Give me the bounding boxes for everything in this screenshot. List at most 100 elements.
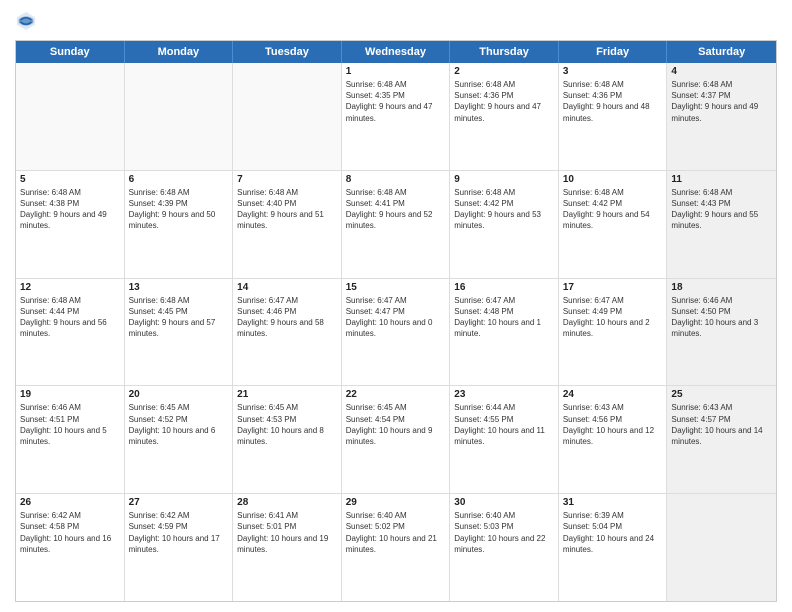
header-day-sunday: Sunday: [16, 41, 125, 63]
day-number: 28: [237, 497, 337, 508]
calendar-cell-12: 12 Sunrise: 6:48 AM Sunset: 4:44 PM Dayli…: [16, 279, 125, 386]
cell-text: Sunrise: 6:42 AM Sunset: 4:58 PM Dayligh…: [20, 510, 120, 555]
cell-text: Sunrise: 6:47 AM Sunset: 4:47 PM Dayligh…: [346, 295, 446, 340]
day-number: 9: [454, 174, 554, 185]
cell-text: Sunrise: 6:45 AM Sunset: 4:54 PM Dayligh…: [346, 402, 446, 447]
cell-text: Sunrise: 6:48 AM Sunset: 4:39 PM Dayligh…: [129, 187, 229, 232]
day-number: 7: [237, 174, 337, 185]
calendar-cell-18: 18 Sunrise: 6:46 AM Sunset: 4:50 PM Dayli…: [667, 279, 776, 386]
calendar-cell-21: 21 Sunrise: 6:45 AM Sunset: 4:53 PM Dayli…: [233, 386, 342, 493]
cell-text: Sunrise: 6:43 AM Sunset: 4:57 PM Dayligh…: [671, 402, 772, 447]
day-number: 27: [129, 497, 229, 508]
header-day-thursday: Thursday: [450, 41, 559, 63]
calendar-cell-24: 24 Sunrise: 6:43 AM Sunset: 4:56 PM Dayli…: [559, 386, 668, 493]
calendar-cell-19: 19 Sunrise: 6:46 AM Sunset: 4:51 PM Dayli…: [16, 386, 125, 493]
day-number: 22: [346, 389, 446, 400]
day-number: 19: [20, 389, 120, 400]
calendar-cell-6: 6 Sunrise: 6:48 AM Sunset: 4:39 PM Daylig…: [125, 171, 234, 278]
calendar-cell-3: 3 Sunrise: 6:48 AM Sunset: 4:36 PM Daylig…: [559, 63, 668, 170]
calendar-cell-28: 28 Sunrise: 6:41 AM Sunset: 5:01 PM Dayli…: [233, 494, 342, 601]
day-number: 25: [671, 389, 772, 400]
logo-icon: [15, 10, 37, 32]
calendar-cell-11: 11Sunrise: 6:48 AM Sunset: 4:43 PM Dayli…: [667, 171, 776, 278]
day-number: 13: [129, 282, 229, 293]
day-number: 18: [671, 282, 772, 293]
calendar-cell-2: 2 Sunrise: 6:48 AM Sunset: 4:36 PM Daylig…: [450, 63, 559, 170]
day-number: 4: [671, 66, 772, 77]
header-day-wednesday: Wednesday: [342, 41, 451, 63]
cell-text: Sunrise: 6:43 AM Sunset: 4:56 PM Dayligh…: [563, 402, 663, 447]
cell-text: Sunrise: 6:48 AM Sunset: 4:36 PM Dayligh…: [454, 79, 554, 124]
cell-text: Sunrise: 6:48 AM Sunset: 4:36 PM Dayligh…: [563, 79, 663, 124]
header-day-monday: Monday: [125, 41, 234, 63]
calendar-cell-empty-0-0: [16, 63, 125, 170]
day-number: 29: [346, 497, 446, 508]
cell-text: Sunrise: 6:46 AM Sunset: 4:51 PM Dayligh…: [20, 402, 120, 447]
calendar-cell-25: 25 Sunrise: 6:43 AM Sunset: 4:57 PM Dayli…: [667, 386, 776, 493]
day-number: 10: [563, 174, 663, 185]
cell-text: Sunrise: 6:46 AM Sunset: 4:50 PM Dayligh…: [671, 295, 772, 340]
day-number: 2: [454, 66, 554, 77]
calendar-cell-17: 17Sunrise: 6:47 AM Sunset: 4:49 PM Dayli…: [559, 279, 668, 386]
calendar-cell-empty-0-1: [125, 63, 234, 170]
calendar-cell-23: 23 Sunrise: 6:44 AM Sunset: 4:55 PM Dayli…: [450, 386, 559, 493]
cell-text: Sunrise: 6:42 AM Sunset: 4:59 PM Dayligh…: [129, 510, 229, 555]
day-number: 17: [563, 282, 663, 293]
cell-text: Sunrise: 6:48 AM Sunset: 4:41 PM Dayligh…: [346, 187, 446, 232]
cell-text: Sunrise: 6:41 AM Sunset: 5:01 PM Dayligh…: [237, 510, 337, 555]
day-number: 11: [671, 174, 772, 185]
cell-text: Sunrise: 6:48 AM Sunset: 4:42 PM Dayligh…: [454, 187, 554, 232]
cell-text: Sunrise: 6:48 AM Sunset: 4:40 PM Dayligh…: [237, 187, 337, 232]
calendar-cell-10: 10Sunrise: 6:48 AM Sunset: 4:42 PM Dayli…: [559, 171, 668, 278]
header-day-friday: Friday: [559, 41, 668, 63]
header-day-saturday: Saturday: [667, 41, 776, 63]
calendar-cell-7: 7 Sunrise: 6:48 AM Sunset: 4:40 PM Daylig…: [233, 171, 342, 278]
calendar-cell-22: 22 Sunrise: 6:45 AM Sunset: 4:54 PM Dayli…: [342, 386, 451, 493]
calendar-cell-16: 16 Sunrise: 6:47 AM Sunset: 4:48 PM Dayli…: [450, 279, 559, 386]
calendar-cell-4: 4 Sunrise: 6:48 AM Sunset: 4:37 PM Daylig…: [667, 63, 776, 170]
day-number: 15: [346, 282, 446, 293]
day-number: 3: [563, 66, 663, 77]
logo: [15, 10, 41, 32]
calendar-cell-26: 26Sunrise: 6:42 AM Sunset: 4:58 PM Dayli…: [16, 494, 125, 601]
cell-text: Sunrise: 6:39 AM Sunset: 5:04 PM Dayligh…: [563, 510, 663, 555]
calendar-body: 1 Sunrise: 6:48 AM Sunset: 4:35 PM Daylig…: [16, 63, 776, 601]
cell-text: Sunrise: 6:40 AM Sunset: 5:02 PM Dayligh…: [346, 510, 446, 555]
calendar-cell-empty-0-2: [233, 63, 342, 170]
cell-text: Sunrise: 6:45 AM Sunset: 4:53 PM Dayligh…: [237, 402, 337, 447]
calendar-cell-empty-4-6: [667, 494, 776, 601]
calendar-cell-31: 31 Sunrise: 6:39 AM Sunset: 5:04 PM Dayli…: [559, 494, 668, 601]
cell-text: Sunrise: 6:40 AM Sunset: 5:03 PM Dayligh…: [454, 510, 554, 555]
cell-text: Sunrise: 6:48 AM Sunset: 4:38 PM Dayligh…: [20, 187, 120, 232]
day-number: 16: [454, 282, 554, 293]
day-number: 24: [563, 389, 663, 400]
day-number: 12: [20, 282, 120, 293]
page: SundayMondayTuesdayWednesdayThursdayFrid…: [0, 0, 792, 612]
day-number: 23: [454, 389, 554, 400]
calendar-cell-20: 20Sunrise: 6:45 AM Sunset: 4:52 PM Dayli…: [125, 386, 234, 493]
calendar-cell-1: 1 Sunrise: 6:48 AM Sunset: 4:35 PM Daylig…: [342, 63, 451, 170]
day-number: 5: [20, 174, 120, 185]
calendar-cell-27: 27 Sunrise: 6:42 AM Sunset: 4:59 PM Dayli…: [125, 494, 234, 601]
calendar-cell-5: 5 Sunrise: 6:48 AM Sunset: 4:38 PM Daylig…: [16, 171, 125, 278]
cell-text: Sunrise: 6:48 AM Sunset: 4:35 PM Dayligh…: [346, 79, 446, 124]
header-day-tuesday: Tuesday: [233, 41, 342, 63]
day-number: 20: [129, 389, 229, 400]
day-number: 6: [129, 174, 229, 185]
calendar-row-4: 26Sunrise: 6:42 AM Sunset: 4:58 PM Dayli…: [16, 494, 776, 601]
calendar: SundayMondayTuesdayWednesdayThursdayFrid…: [15, 40, 777, 602]
header: [15, 10, 777, 32]
calendar-cell-29: 29 Sunrise: 6:40 AM Sunset: 5:02 PM Dayli…: [342, 494, 451, 601]
cell-text: Sunrise: 6:47 AM Sunset: 4:48 PM Dayligh…: [454, 295, 554, 340]
day-number: 1: [346, 66, 446, 77]
day-number: 21: [237, 389, 337, 400]
calendar-row-2: 12 Sunrise: 6:48 AM Sunset: 4:44 PM Dayli…: [16, 279, 776, 387]
day-number: 30: [454, 497, 554, 508]
calendar-cell-9: 9 Sunrise: 6:48 AM Sunset: 4:42 PM Daylig…: [450, 171, 559, 278]
cell-text: Sunrise: 6:48 AM Sunset: 4:37 PM Dayligh…: [671, 79, 772, 124]
day-number: 31: [563, 497, 663, 508]
calendar-cell-8: 8Sunrise: 6:48 AM Sunset: 4:41 PM Daylig…: [342, 171, 451, 278]
cell-text: Sunrise: 6:44 AM Sunset: 4:55 PM Dayligh…: [454, 402, 554, 447]
cell-text: Sunrise: 6:47 AM Sunset: 4:46 PM Dayligh…: [237, 295, 337, 340]
cell-text: Sunrise: 6:48 AM Sunset: 4:44 PM Dayligh…: [20, 295, 120, 340]
